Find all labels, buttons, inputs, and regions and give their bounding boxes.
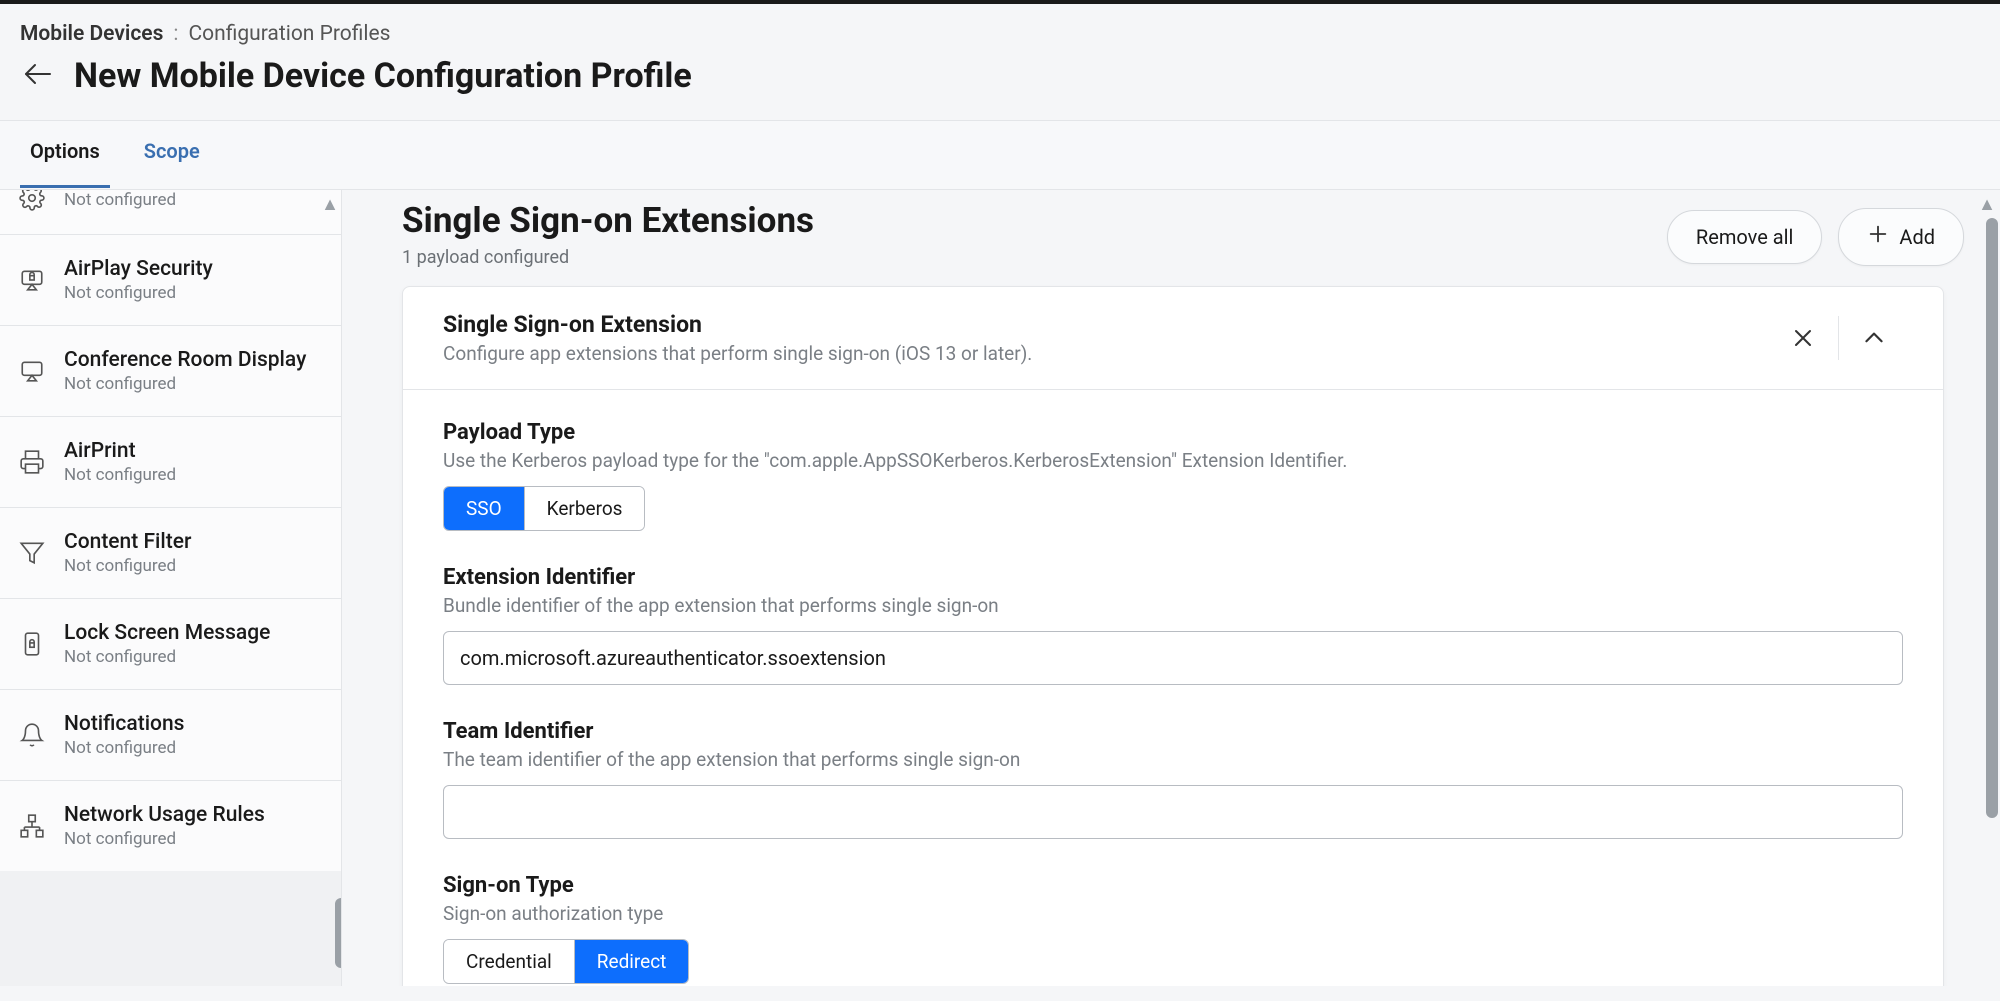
content-area: ▲ Single Sign-on Extensions 1 payload co… [342,190,2000,986]
filter-icon [18,539,46,567]
back-arrow-icon[interactable] [24,63,52,90]
add-label: Add [1899,225,1935,249]
signon-type-segmented: Credential Redirect [443,939,689,984]
sidebar-scroll-thumb[interactable] [335,898,342,968]
add-button[interactable]: Add [1838,208,1964,266]
section-title: Single Sign-on Extensions [402,200,814,241]
divider [1838,316,1839,360]
breadcrumb: Mobile Devices : Configuration Profiles [0,4,2000,52]
sidebar-item-content-filter[interactable]: Content Filter Not configured [0,508,341,599]
field-label: Payload Type [443,420,1903,445]
sidebar-item-label: Conference Room Display [64,348,306,372]
sidebar-item-airplay-security[interactable]: AirPlay Security Not configured [0,235,341,326]
plus-icon [1867,223,1889,251]
sidebar-item-label: AirPlay Security [64,257,213,281]
payload-type-kerberos[interactable]: Kerberos [525,487,645,530]
sidebar-item-lock-screen[interactable]: Lock Screen Message Not configured [0,599,341,690]
field-extension-identifier: Extension Identifier Bundle identifier o… [443,565,1903,685]
network-icon [18,812,46,840]
sidebar-item-status: Not configured [64,556,191,576]
field-label: Team Identifier [443,719,1903,744]
sidebar-item-status: Not configured [64,190,176,210]
tab-options[interactable]: Options [30,120,100,190]
gear-icon [18,190,46,212]
team-identifier-input[interactable] [443,785,1903,839]
payload-type-segmented: SSO Kerberos [443,486,645,531]
sidebar-item-status: Not configured [64,829,265,849]
field-desc: Use the Kerberos payload type for the "c… [443,449,1903,472]
chevron-up-icon[interactable] [1845,314,1903,362]
payload-card: Single Sign-on Extension Configure app e… [402,286,1944,986]
breadcrumb-current[interactable]: Configuration Profiles [188,22,390,46]
remove-all-button[interactable]: Remove all [1667,210,1822,264]
bell-icon [18,721,46,749]
page-title: New Mobile Device Configuration Profile [74,56,692,96]
sidebar-item-status: Not configured [64,374,306,394]
sidebar-item-label: Notifications [64,712,184,736]
payload-type-sso[interactable]: SSO [444,487,525,530]
sidebar-item-label: Network Usage Rules [64,803,265,827]
sidebar-item-label: Lock Screen Message [64,621,270,645]
tab-scope[interactable]: Scope [144,120,200,190]
sidebar-item-notifications[interactable]: Notifications Not configured [0,690,341,781]
section-subtitle: 1 payload configured [402,247,814,268]
extension-identifier-input[interactable] [443,631,1903,685]
close-icon[interactable] [1774,314,1832,362]
field-desc: Bundle identifier of the app extension t… [443,594,1903,617]
content-scroll-thumb[interactable] [1986,218,1998,818]
signon-type-credential[interactable]: Credential [444,940,575,983]
signon-type-redirect[interactable]: Redirect [575,940,689,983]
field-label: Extension Identifier [443,565,1903,590]
sidebar-item-network-usage[interactable]: Network Usage Rules Not configured [0,781,341,871]
field-signon-type: Sign-on Type Sign-on authorization type … [443,873,1903,984]
card-desc: Configure app extensions that perform si… [443,342,1774,365]
breadcrumb-root[interactable]: Mobile Devices [20,22,163,46]
tab-strip: Options Scope [0,120,2000,190]
phone-lock-icon [18,630,46,658]
sidebar[interactable]: ▲ Not configured AirPlay Security Not co… [0,190,342,986]
sidebar-item-label: Content Filter [64,530,191,554]
display-icon [18,357,46,385]
remove-all-label: Remove all [1696,225,1793,249]
printer-icon [18,448,46,476]
sidebar-item-status: Not configured [64,465,176,485]
field-desc: The team identifier of the app extension… [443,748,1903,771]
sidebar-item-conference-room[interactable]: Conference Room Display Not configured [0,326,341,417]
sidebar-item-status: Not configured [64,647,270,667]
airplay-lock-icon [18,266,46,294]
field-desc: Sign-on authorization type [443,902,1903,925]
field-team-identifier: Team Identifier The team identifier of t… [443,719,1903,839]
sidebar-item-airprint[interactable]: AirPrint Not configured [0,417,341,508]
card-title: Single Sign-on Extension [443,311,1774,338]
field-label: Sign-on Type [443,873,1903,898]
sidebar-item-label: AirPrint [64,439,176,463]
sidebar-item-partial[interactable]: Not configured [0,190,341,235]
sidebar-item-status: Not configured [64,738,184,758]
field-payload-type: Payload Type Use the Kerberos payload ty… [443,420,1903,531]
breadcrumb-sep: : [173,22,178,46]
sidebar-item-status: Not configured [64,283,213,303]
content-scroll-up-icon[interactable]: ▲ [1978,194,1996,215]
scroll-up-icon[interactable]: ▲ [321,194,339,215]
